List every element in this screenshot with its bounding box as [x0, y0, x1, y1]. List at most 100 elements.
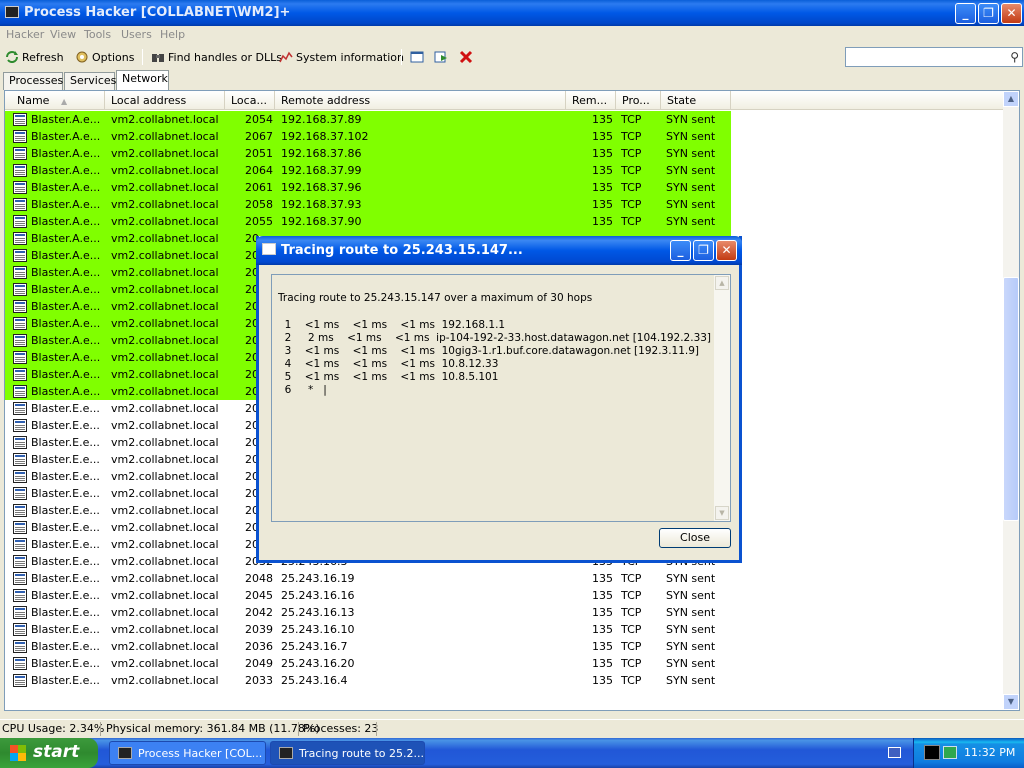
taskbar-process-hacker[interactable]: Process Hacker [COL...: [109, 741, 266, 765]
table-row[interactable]: Blaster.A.e... vm2.collabnet.local 2054 192…: [5, 111, 1005, 128]
table-row[interactable]: Blaster.E.e... vm2.collabnet.local 2039 25.…: [5, 621, 1005, 638]
local-address: vm2.collabnet.local: [111, 453, 219, 466]
process-name: Blaster.E.e...: [31, 674, 100, 687]
remote-address: 192.168.37.90: [281, 215, 362, 228]
refresh-button[interactable]: Refresh: [5, 48, 64, 66]
table-row[interactable]: Blaster.E.e... vm2.collabnet.local 2048 25.…: [5, 570, 1005, 587]
menu-help[interactable]: Help: [160, 28, 185, 41]
dialog-maximize-button[interactable]: ❐: [693, 240, 714, 261]
table-row[interactable]: Blaster.A.e... vm2.collabnet.local 2061 192…: [5, 179, 1005, 196]
task-label: Process Hacker [COL...: [138, 747, 263, 760]
dialog-minimize-button[interactable]: _: [670, 240, 691, 261]
table-row[interactable]: Blaster.A.e... vm2.collabnet.local 2064 192…: [5, 162, 1005, 179]
keyboard-icon[interactable]: [888, 747, 901, 758]
process-window-icon: [13, 181, 27, 194]
tab-network[interactable]: Network: [116, 70, 169, 91]
dialog-close-icon[interactable]: ✕: [716, 240, 737, 261]
local-address: vm2.collabnet.local: [111, 215, 219, 228]
options-button[interactable]: Options: [75, 48, 134, 66]
go-to-button[interactable]: [434, 48, 448, 66]
output-scrollbar[interactable]: ▲ ▼: [714, 275, 730, 521]
process-name: Blaster.E.e...: [31, 589, 100, 602]
search-icon: ⚲: [1010, 50, 1019, 64]
protocol: TCP: [621, 606, 642, 619]
column-header-protocol[interactable]: Pro...: [616, 91, 661, 110]
system-info-label: System information: [296, 50, 405, 64]
output-scroll-up[interactable]: ▲: [715, 276, 729, 290]
find-handles-button[interactable]: Find handles or DLLs: [151, 48, 282, 66]
local-address: vm2.collabnet.local: [111, 300, 219, 313]
remote-port: 135: [592, 640, 613, 653]
process-name: Blaster.E.e...: [31, 521, 100, 534]
local-port: 2058: [245, 198, 273, 211]
table-row[interactable]: Blaster.E.e... vm2.collabnet.local 2042 25.…: [5, 604, 1005, 621]
protocol: TCP: [621, 198, 642, 211]
connection-state: SYN sent: [666, 572, 716, 585]
search-input[interactable]: ⚲: [845, 47, 1023, 67]
table-row[interactable]: Blaster.A.e... vm2.collabnet.local 2055 192…: [5, 213, 1005, 230]
network-tray-icon[interactable]: [943, 746, 957, 759]
column-header-local-address[interactable]: Local address: [105, 91, 225, 110]
protocol: TCP: [621, 657, 642, 670]
tab-services[interactable]: Services: [64, 72, 116, 90]
output-scroll-down[interactable]: ▼: [715, 506, 729, 520]
menu-view[interactable]: View: [50, 28, 76, 41]
column-header-name[interactable]: Name ▲: [5, 91, 105, 110]
process-window-icon: [13, 334, 27, 347]
local-address: vm2.collabnet.local: [111, 351, 219, 364]
column-header-state[interactable]: State: [661, 91, 731, 110]
protocol: TCP: [621, 623, 642, 636]
close-button[interactable]: ✕: [1001, 3, 1022, 24]
local-address: vm2.collabnet.local: [111, 130, 219, 143]
scroll-thumb[interactable]: [1003, 277, 1019, 521]
process-name: Blaster.A.e...: [31, 300, 101, 313]
system-info-button[interactable]: System information: [279, 48, 404, 66]
table-row[interactable]: Blaster.A.e... vm2.collabnet.local 2058 192…: [5, 196, 1005, 213]
column-header-local-port[interactable]: Loca...: [225, 91, 275, 110]
minimize-button[interactable]: _: [955, 3, 976, 24]
menu-users[interactable]: Users: [121, 28, 152, 41]
local-address: vm2.collabnet.local: [111, 181, 219, 194]
process-name: Blaster.A.e...: [31, 317, 101, 330]
terminate-button[interactable]: [459, 48, 473, 66]
table-row[interactable]: Blaster.E.e... vm2.collabnet.local 2049 25.…: [5, 655, 1005, 672]
process-count: Processes: 23: [303, 722, 379, 735]
window-button[interactable]: [410, 48, 424, 66]
process-name: Blaster.E.e...: [31, 487, 100, 500]
local-address: vm2.collabnet.local: [111, 436, 219, 449]
close-dialog-button[interactable]: Close: [659, 528, 731, 548]
output-line: 1 <1 ms <1 ms <1 ms 192.168.1.1: [278, 319, 506, 331]
column-header-remote-port[interactable]: Rem...: [566, 91, 616, 110]
dialog-title-bar[interactable]: Tracing route to 25.243.15.147... _ ❐ ✕: [256, 236, 742, 265]
remote-port: 135: [592, 674, 613, 687]
taskbar-traceroute[interactable]: Tracing route to 25.2...: [270, 741, 425, 765]
remote-address: 192.168.37.86: [281, 147, 362, 160]
column-header-remote-address[interactable]: Remote address: [275, 91, 566, 110]
menu-tools[interactable]: Tools: [84, 28, 111, 41]
protocol: TCP: [621, 589, 642, 602]
physical-memory: Physical memory: 361.84 MB (11.78%): [106, 722, 320, 735]
table-row[interactable]: Blaster.E.e... vm2.collabnet.local 2036 25.…: [5, 638, 1005, 655]
process-window-icon: [13, 147, 27, 160]
task-label: Tracing route to 25.2...: [299, 747, 425, 760]
menu-hacker[interactable]: Hacker: [6, 28, 44, 41]
start-button[interactable]: start: [0, 738, 98, 768]
monitor-icon[interactable]: [924, 745, 940, 760]
connection-state: SYN sent: [666, 606, 716, 619]
table-row[interactable]: Blaster.E.e... vm2.collabnet.local 2033 25.…: [5, 672, 1005, 689]
remote-address: 25.243.16.16: [281, 589, 355, 602]
tab-processes[interactable]: Processes: [3, 72, 63, 90]
traceroute-output[interactable]: Tracing route to 25.243.15.147 over a ma…: [271, 274, 731, 522]
table-row[interactable]: Blaster.A.e... vm2.collabnet.local 2051 192…: [5, 145, 1005, 162]
local-address: vm2.collabnet.local: [111, 419, 219, 432]
table-row[interactable]: Blaster.A.e... vm2.collabnet.local 2067 192…: [5, 128, 1005, 145]
scroll-up-button[interactable]: ▲: [1003, 91, 1019, 107]
table-row[interactable]: Blaster.E.e... vm2.collabnet.local 2045 25.…: [5, 587, 1005, 604]
remote-address: 192.168.37.89: [281, 113, 362, 126]
list-scrollbar[interactable]: ▲ ▼: [1003, 91, 1019, 710]
local-address: vm2.collabnet.local: [111, 198, 219, 211]
main-title-bar[interactable]: Process Hacker [COLLABNET\WM2]+ _ ❐ ✕: [0, 0, 1024, 26]
binoculars-icon: [152, 54, 164, 62]
maximize-button[interactable]: ❐: [978, 3, 999, 24]
scroll-down-button[interactable]: ▼: [1003, 694, 1019, 710]
